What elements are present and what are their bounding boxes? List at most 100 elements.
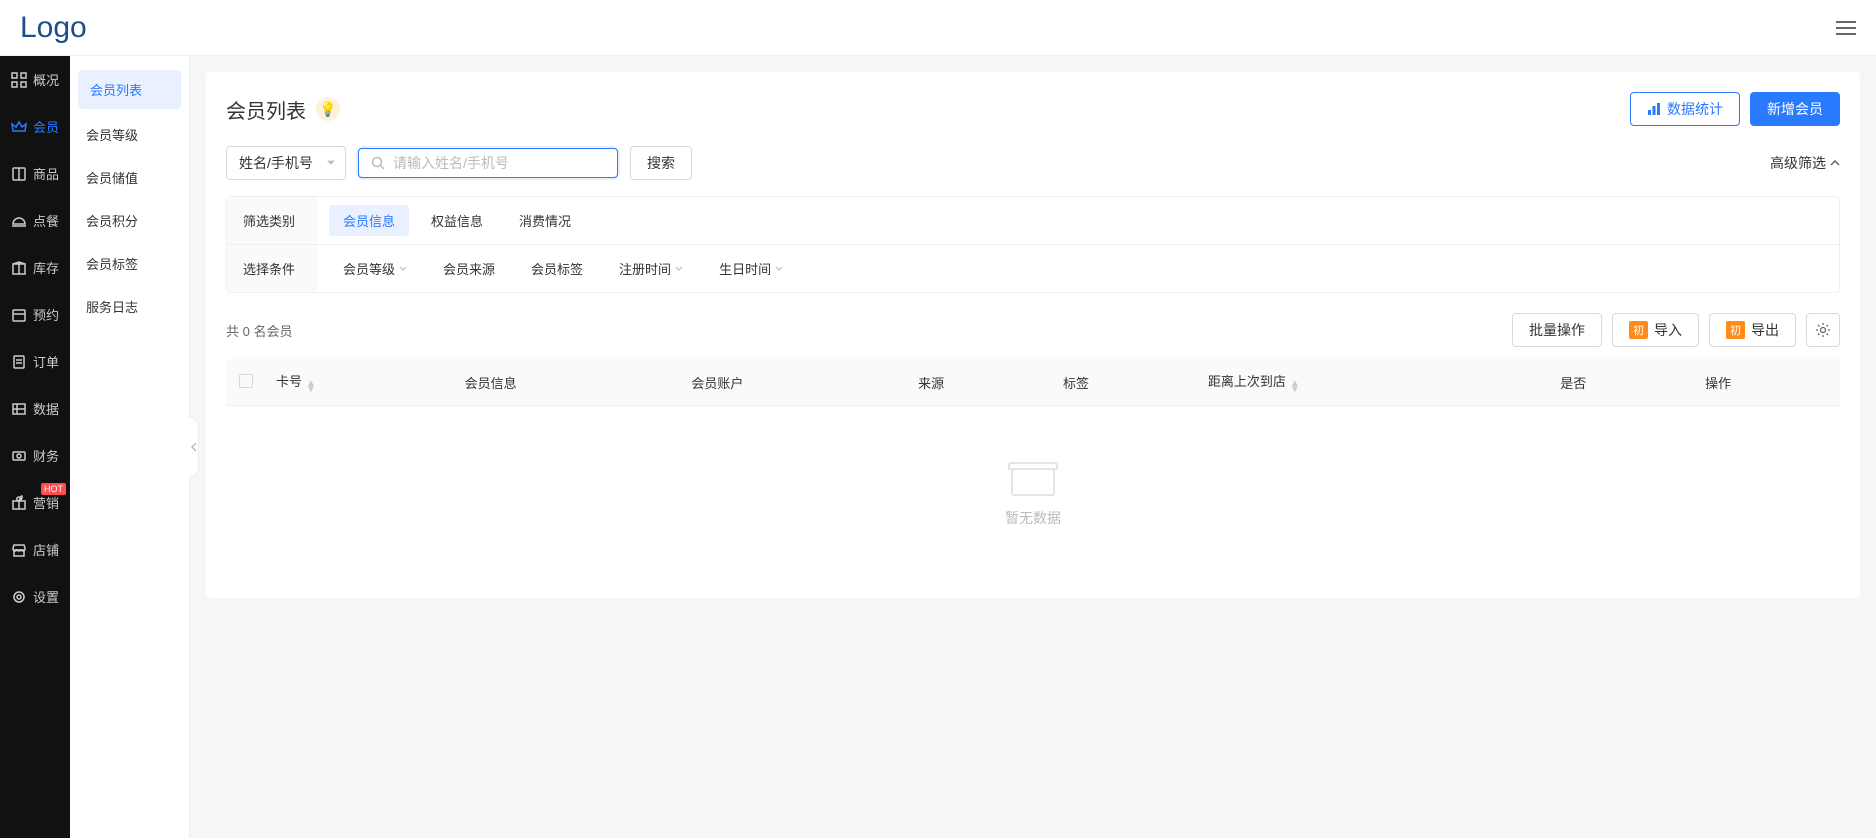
members-table: 卡号▲▼会员信息会员账户来源标签距离上次到店▲▼是否操作 暂无数据 (226, 359, 1840, 578)
gear-icon (11, 589, 27, 605)
book-icon (11, 166, 27, 182)
nav-label: 订单 (33, 352, 59, 371)
clipboard-icon (11, 354, 27, 370)
gift-icon (11, 495, 27, 511)
advanced-filter-label: 高级筛选 (1770, 153, 1826, 173)
nav-item-3[interactable]: 点餐 (0, 197, 70, 244)
column-header-7: 操作 (1695, 359, 1840, 406)
calendar-icon (11, 307, 27, 323)
batch-action-button[interactable]: 批量操作 (1512, 313, 1602, 347)
filter-category-label: 筛选类别 (227, 197, 317, 244)
column-header-3: 来源 (908, 359, 1053, 406)
nav-item-6[interactable]: 订单 (0, 338, 70, 385)
filter-panel: 筛选类别 会员信息权益信息消费情况 选择条件 会员等级 会员来源会员标签注册时间… (226, 196, 1840, 293)
column-header-4: 标签 (1053, 359, 1198, 406)
stats-button-label: 数据统计 (1667, 99, 1723, 119)
subnav-item-1[interactable]: 会员等级 (70, 113, 189, 156)
chevron-up-icon (1830, 160, 1840, 166)
nav-item-4[interactable]: 库存 (0, 244, 70, 291)
advanced-filter-toggle[interactable]: 高级筛选 (1770, 153, 1840, 173)
gear-icon (1815, 322, 1831, 338)
sort-icon: ▲▼ (306, 381, 316, 393)
nav-label: 会员 (33, 117, 59, 136)
empty-icon (1008, 456, 1058, 496)
nav-item-0[interactable]: 概况 (0, 56, 70, 103)
nav-label: 商品 (33, 164, 59, 183)
export-label: 导出 (1751, 320, 1779, 340)
filter-category-opt-1[interactable]: 权益信息 (417, 205, 497, 236)
chevron-left-icon (191, 442, 197, 452)
filter-condition-label: 选择条件 (227, 245, 317, 292)
subnav-item-2[interactable]: 会员储值 (70, 156, 189, 199)
chevron-down-icon (399, 266, 407, 271)
nav-item-10[interactable]: 店铺 (0, 526, 70, 573)
add-member-button[interactable]: 新增会员 (1750, 92, 1840, 126)
new-badge: 初 (1726, 321, 1745, 339)
nav-label: 概况 (33, 70, 59, 89)
search-input-wrapper (358, 148, 618, 178)
export-button[interactable]: 初 导出 (1709, 313, 1796, 347)
search-icon (371, 156, 385, 170)
search-row: 姓名/手机号 搜索 高级筛选 (226, 146, 1840, 180)
hot-badge: HOT (41, 483, 66, 495)
nav-item-5[interactable]: 预约 (0, 291, 70, 338)
subnav-item-0[interactable]: 会员列表 (78, 70, 181, 109)
subnav-item-3[interactable]: 会员积分 (70, 199, 189, 242)
settings-button[interactable] (1806, 313, 1840, 347)
filter-condition-opt-1[interactable]: 会员来源 (429, 253, 509, 284)
filter-condition-opt-4[interactable]: 生日时间 (705, 253, 797, 284)
nav-item-2[interactable]: 商品 (0, 150, 70, 197)
filter-category-opt-0[interactable]: 会员信息 (329, 205, 409, 236)
stats-button[interactable]: 数据统计 (1630, 92, 1740, 126)
nav-item-9[interactable]: 营销HOT (0, 479, 70, 526)
sidebar-primary: 概况会员商品点餐库存预约订单数据财务营销HOT 店铺设置 (0, 56, 70, 838)
nav-item-7[interactable]: 数据 (0, 385, 70, 432)
subnav-item-4[interactable]: 会员标签 (70, 242, 189, 285)
grid-icon (11, 72, 27, 88)
column-header-1: 会员信息 (455, 359, 682, 406)
add-member-button-label: 新增会员 (1767, 99, 1823, 119)
empty-state: 暂无数据 (226, 406, 1840, 578)
sort-icon: ▲▼ (1290, 381, 1300, 393)
search-button-label: 搜索 (647, 153, 675, 173)
filter-condition-opt-2[interactable]: 会员标签 (517, 253, 597, 284)
search-button[interactable]: 搜索 (630, 146, 692, 180)
page-header: 会员列表 💡 数据统计 新增会员 (226, 92, 1840, 126)
column-header-2: 会员账户 (681, 359, 908, 406)
nav-item-1[interactable]: 会员 (0, 103, 70, 150)
package-icon (11, 260, 27, 276)
empty-text: 暂无数据 (226, 508, 1840, 528)
nav-item-11[interactable]: 设置 (0, 573, 70, 620)
filter-category-opt-2[interactable]: 消费情况 (505, 205, 585, 236)
chevron-down-icon (675, 266, 683, 271)
chevron-down-icon (775, 266, 783, 271)
nav-label: 营销 (33, 493, 59, 512)
sidebar-secondary: 会员列表会员等级会员储值会员积分会员标签服务日志 (70, 56, 190, 838)
lightbulb-icon[interactable]: 💡 (316, 97, 340, 121)
nav-label: 数据 (33, 399, 59, 418)
nav-item-8[interactable]: 财务 (0, 432, 70, 479)
search-field-select-label: 姓名/手机号 (239, 155, 313, 171)
serve-icon (11, 213, 27, 229)
page-title: 会员列表 (226, 95, 306, 124)
filter-condition-opt-3[interactable]: 注册时间 (605, 253, 697, 284)
chart-icon (1647, 102, 1661, 116)
nav-label: 预约 (33, 305, 59, 324)
column-header-0[interactable]: 卡号▲▼ (266, 359, 455, 406)
main-content: 会员列表 💡 数据统计 新增会员 姓名/手机号 (190, 56, 1876, 838)
search-field-select[interactable]: 姓名/手机号 (226, 146, 346, 180)
nav-label: 财务 (33, 446, 59, 465)
menu-toggle-icon[interactable] (1836, 18, 1856, 38)
database-icon (11, 401, 27, 417)
search-input[interactable] (393, 155, 605, 171)
nav-label: 店铺 (33, 540, 59, 559)
store-icon (11, 542, 27, 558)
column-header-5[interactable]: 距离上次到店▲▼ (1198, 359, 1550, 406)
import-button[interactable]: 初 导入 (1612, 313, 1699, 347)
filter-condition-opt-0[interactable]: 会员等级 (329, 253, 421, 284)
import-label: 导入 (1654, 320, 1682, 340)
select-all-checkbox[interactable] (239, 374, 253, 388)
select-all-header[interactable] (226, 359, 266, 406)
sidebar-collapse-handle[interactable] (189, 417, 199, 477)
subnav-item-5[interactable]: 服务日志 (70, 285, 189, 328)
